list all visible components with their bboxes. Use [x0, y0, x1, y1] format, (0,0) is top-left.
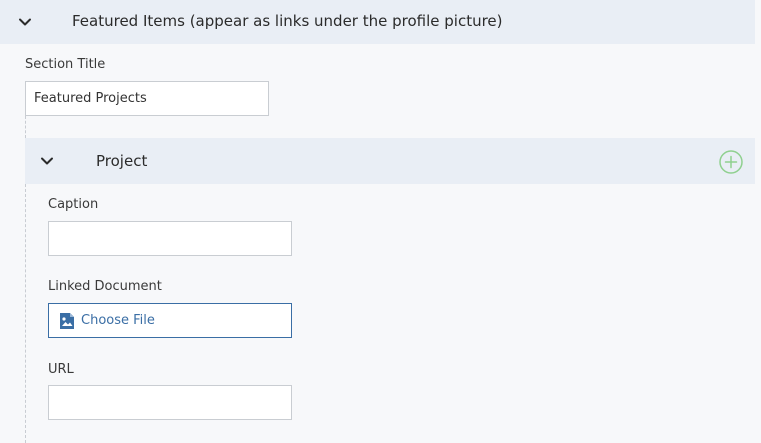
url-label: URL	[48, 362, 74, 377]
featured-items-title: Featured Items (appear as links under th…	[72, 12, 503, 30]
featured-items-panel: Featured Items (appear as links under th…	[0, 0, 761, 443]
nesting-guide	[25, 116, 26, 138]
chevron-down-icon[interactable]	[17, 14, 33, 30]
caption-label: Caption	[48, 197, 99, 212]
url-input[interactable]	[48, 385, 292, 420]
image-file-icon	[59, 312, 75, 330]
nesting-guide	[25, 184, 26, 443]
plus-circle-icon[interactable]	[719, 150, 743, 174]
project-title: Project	[96, 152, 148, 170]
section-title-label: Section Title	[25, 57, 106, 72]
chevron-down-icon[interactable]	[39, 153, 55, 169]
choose-file-button[interactable]: Choose File	[48, 303, 292, 338]
choose-file-label: Choose File	[81, 313, 155, 328]
project-subsection: Project Caption Linked Document Choose F…	[25, 138, 755, 443]
linked-document-label: Linked Document	[48, 279, 162, 294]
project-header[interactable]: Project	[25, 138, 755, 184]
section-title-input[interactable]	[25, 81, 269, 116]
caption-input[interactable]	[48, 221, 292, 256]
featured-items-header[interactable]: Featured Items (appear as links under th…	[0, 0, 755, 44]
